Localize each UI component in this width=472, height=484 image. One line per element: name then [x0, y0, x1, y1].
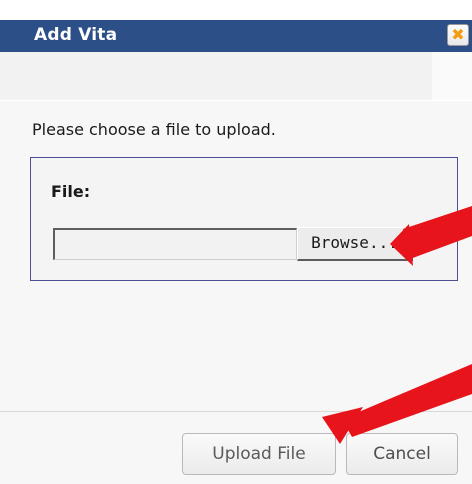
arrow-to-upload-shaft: [342, 364, 472, 437]
annotation-arrows: [322, 206, 472, 444]
add-vita-dialog: Add Vita ✖ Please choose a file to uploa…: [0, 0, 472, 484]
arrow-to-browse-shaft: [403, 206, 472, 259]
arrow-to-upload: [322, 364, 472, 444]
arrow-to-browse: [390, 206, 472, 266]
